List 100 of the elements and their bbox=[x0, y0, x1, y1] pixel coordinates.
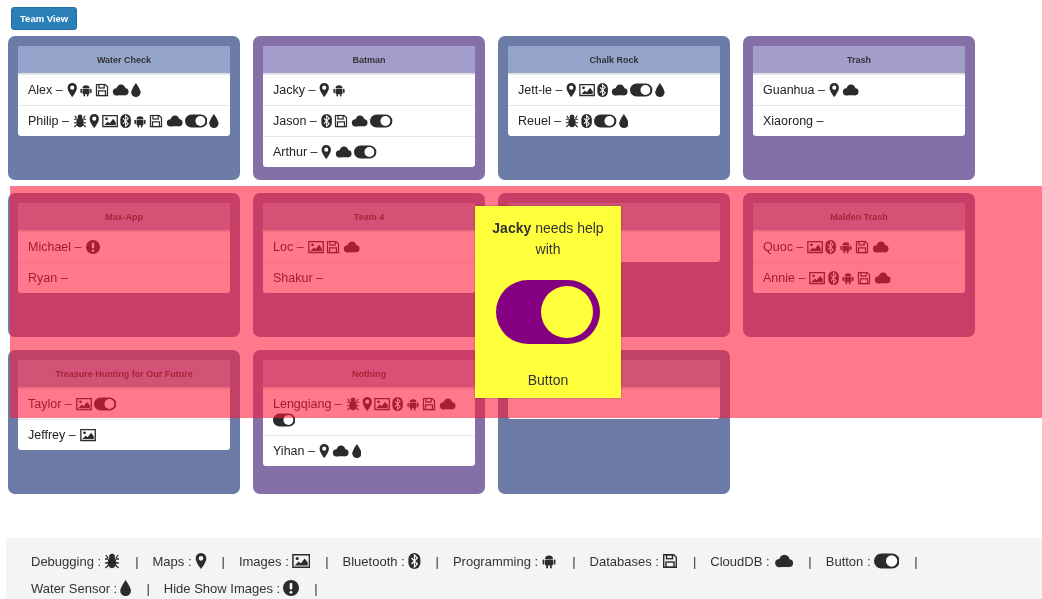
map-pin-icon bbox=[66, 83, 78, 97]
toggle-icon bbox=[273, 413, 296, 427]
water-drop-icon bbox=[351, 444, 362, 458]
toggle-icon bbox=[93, 397, 117, 411]
map-pin-icon bbox=[319, 83, 330, 97]
legend-separator: | bbox=[914, 553, 918, 569]
exclamation-icon bbox=[283, 580, 300, 596]
legend-separator: | bbox=[135, 553, 139, 569]
cloud-icon bbox=[870, 240, 889, 254]
image-icon bbox=[291, 553, 311, 569]
member-name: Reuel – bbox=[518, 114, 562, 128]
legend-label: Maps : bbox=[152, 553, 192, 569]
member-name: Philip – bbox=[28, 114, 69, 128]
bluetooth-icon bbox=[407, 553, 421, 569]
member-name: Arthur – bbox=[273, 145, 318, 159]
android-icon bbox=[838, 240, 853, 254]
map-pin-icon bbox=[194, 553, 207, 569]
member-name: Quoc – bbox=[763, 240, 804, 254]
bluetooth-icon bbox=[392, 397, 404, 411]
team-view-button[interactable]: Team View bbox=[11, 7, 78, 30]
cloud-icon bbox=[349, 114, 369, 128]
member-name: Shakur – bbox=[273, 271, 324, 285]
team-title: Nothing bbox=[263, 360, 475, 388]
toggle-icon bbox=[873, 553, 900, 569]
bluetooth-icon bbox=[597, 83, 609, 97]
toggle-icon bbox=[630, 83, 653, 97]
map-pin-icon bbox=[89, 114, 100, 128]
android-icon bbox=[79, 83, 94, 97]
bug-icon bbox=[73, 114, 87, 128]
legend-label: Button : bbox=[825, 553, 871, 569]
member-name: Alex – bbox=[28, 83, 63, 97]
cloud-icon bbox=[331, 444, 350, 458]
member-name: Xiaorong – bbox=[763, 114, 824, 128]
legend-separator: | bbox=[146, 580, 150, 596]
exclamation-icon bbox=[85, 240, 100, 254]
legend-separator: | bbox=[435, 553, 439, 569]
legend-label: Images : bbox=[238, 553, 289, 569]
member-name: Michael – bbox=[28, 240, 82, 254]
team-title: Water Check bbox=[18, 46, 230, 74]
legend-separator: | bbox=[572, 553, 576, 569]
image-icon bbox=[809, 271, 826, 285]
legend-label: Databases : bbox=[589, 553, 659, 569]
image-icon bbox=[101, 114, 118, 128]
bug-icon bbox=[345, 397, 360, 411]
skill-label: Button bbox=[527, 372, 569, 388]
team-title: Treasure Hunting for Our Future bbox=[18, 360, 230, 388]
cloud-icon bbox=[872, 271, 891, 285]
bluetooth-icon bbox=[320, 114, 332, 128]
bluetooth-icon bbox=[581, 114, 593, 128]
member-name: Guanhua – bbox=[763, 83, 825, 97]
image-icon bbox=[578, 83, 596, 97]
cloud-icon bbox=[610, 83, 629, 97]
legend-label: CloudDB : bbox=[710, 553, 770, 569]
bluetooth-icon bbox=[119, 114, 131, 128]
member-name: Annie – bbox=[763, 271, 806, 285]
image-icon bbox=[374, 397, 391, 411]
cloud-icon bbox=[841, 83, 860, 97]
team-title: Chalk Rock bbox=[508, 46, 720, 74]
map-pin-icon bbox=[361, 397, 373, 411]
member-name: Jett-le – bbox=[518, 83, 563, 97]
legend-label: Hide Show Images : bbox=[163, 580, 281, 596]
team-title: Max-App bbox=[18, 203, 230, 231]
android-icon bbox=[132, 114, 147, 128]
cloud-icon bbox=[341, 240, 360, 254]
android-icon bbox=[331, 83, 346, 97]
water-drop-icon bbox=[209, 114, 220, 128]
bug-icon bbox=[565, 114, 580, 128]
member-name: Loc – bbox=[273, 240, 304, 254]
cloud-icon bbox=[333, 145, 353, 159]
help-message: Jacky needs help with bbox=[491, 219, 605, 259]
member-name: Taylor – bbox=[28, 397, 72, 411]
android-icon bbox=[541, 553, 558, 569]
legend-label: Bluetooth : bbox=[342, 553, 405, 569]
cloud-icon bbox=[111, 83, 130, 97]
water-drop-icon bbox=[131, 83, 142, 97]
water-drop-icon bbox=[654, 83, 665, 97]
team-title: Team 4 bbox=[263, 203, 475, 231]
legend-label: Debugging : bbox=[31, 553, 102, 569]
legend-separator: | bbox=[221, 553, 225, 569]
cloud-icon bbox=[437, 397, 456, 411]
map-pin-icon bbox=[828, 83, 840, 97]
legend-label: Water Sensor : bbox=[31, 580, 118, 596]
water-drop-icon bbox=[120, 580, 132, 596]
image-icon bbox=[807, 240, 824, 254]
image-icon bbox=[79, 428, 96, 442]
legend-label: Programming : bbox=[452, 553, 539, 569]
member-name: Jeffrey – bbox=[28, 428, 76, 442]
team-title: Malden Trash bbox=[753, 203, 965, 231]
member-name: Jacky – bbox=[273, 83, 316, 97]
cloud-icon bbox=[164, 114, 183, 128]
cloud-icon bbox=[772, 553, 794, 569]
team-title: Batman bbox=[263, 46, 475, 74]
member-name: Lengqiang – bbox=[273, 397, 342, 411]
android-icon bbox=[405, 397, 420, 411]
legend-separator: | bbox=[692, 553, 697, 569]
toggle-icon bbox=[354, 145, 377, 159]
image-icon bbox=[75, 397, 92, 411]
bug-icon bbox=[104, 553, 121, 569]
team-title: Trash bbox=[753, 46, 965, 74]
member-name: Jason – bbox=[273, 114, 317, 128]
